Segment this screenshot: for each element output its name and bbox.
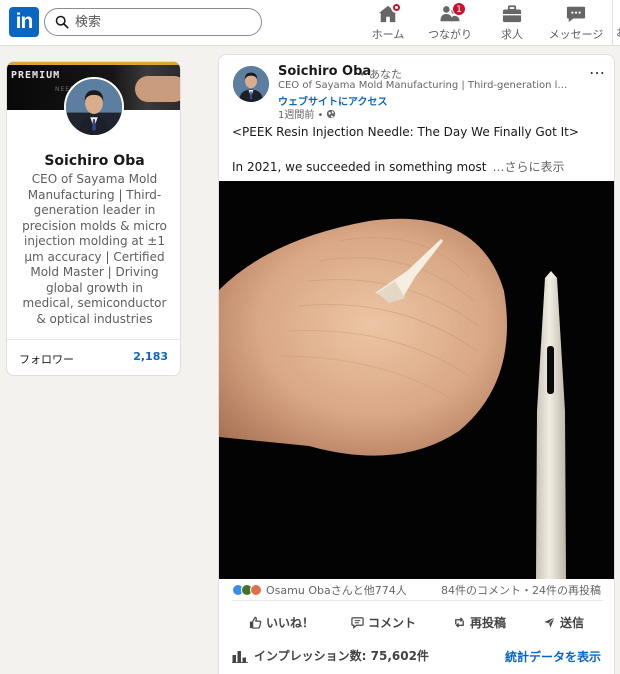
- post-title-text: <PEEK Resin Injection Needle: The Day We…: [232, 125, 579, 139]
- impressions-count: インプレッション数: 75,602件: [254, 649, 429, 663]
- repost-icon: [453, 616, 466, 629]
- nav-network[interactable]: 1 つながり: [428, 2, 472, 42]
- post-body-text: In 2021, we succeeded in something most ……: [232, 158, 565, 175]
- network-icon: 1: [439, 2, 466, 24]
- profile-headline: CEO of Sayama Mold Manufacturing | Third…: [22, 172, 167, 326]
- send-button[interactable]: 送信: [543, 608, 584, 636]
- top-navigation-bar: in ホーム 1 つながり 求人 メッセージ お: [0, 0, 620, 46]
- nav-jobs[interactable]: 求人: [490, 4, 534, 42]
- nav-home-label: ホーム: [371, 28, 405, 41]
- premium-label: PREMIUM: [11, 70, 61, 81]
- post-author-name[interactable]: Soichiro Oba: [278, 64, 371, 79]
- view-analytics-link[interactable]: 統計データを表示: [505, 648, 601, 665]
- profile-name[interactable]: Soichiro Oba: [7, 153, 180, 169]
- repost-button-label: 再投稿: [470, 615, 507, 630]
- comments-reposts-count[interactable]: 84件のコメント・24件の再投稿: [441, 582, 601, 598]
- repost-button[interactable]: 再投稿: [453, 608, 506, 636]
- messaging-icon: [565, 4, 587, 24]
- send-icon: [543, 616, 556, 629]
- like-button[interactable]: いいね！: [249, 608, 314, 636]
- post-timestamp: 1週間前 •: [278, 106, 336, 121]
- post-author-headline: CEO of Sayama Mold Manufacturing | Third…: [278, 80, 568, 91]
- followers-label[interactable]: フォロワー: [19, 351, 74, 367]
- feed-post: Soichiro Oba • あなた CEO of Sayama Mold Ma…: [218, 54, 615, 674]
- see-more-link[interactable]: …さらに表示: [492, 160, 564, 174]
- post-body-excerpt: In 2021, we succeeded in something most: [232, 160, 487, 174]
- actions-divider: [232, 600, 603, 601]
- profile-divider: [7, 339, 180, 340]
- reaction-summary[interactable]: Osamu Obaさんと他774人: [232, 582, 407, 598]
- search-icon: [55, 15, 69, 29]
- followers-count[interactable]: 2,183: [133, 350, 168, 363]
- globe-icon: [326, 109, 336, 119]
- reaction-icons: [232, 584, 262, 596]
- briefcase-icon: [501, 4, 523, 24]
- author-avatar[interactable]: [233, 66, 269, 102]
- linkedin-logo[interactable]: in: [9, 7, 39, 37]
- like-button-label: いいね！: [266, 615, 315, 630]
- search-input[interactable]: [75, 13, 255, 31]
- like-icon: [249, 616, 262, 629]
- nav-messaging-label: メッセージ: [548, 28, 604, 41]
- send-button-label: 送信: [560, 615, 585, 630]
- notification-dot: [391, 2, 402, 13]
- post-actions-bar: いいね！ コメント 再投稿 送信: [219, 608, 614, 636]
- home-icon: [377, 2, 402, 24]
- network-badge: 1: [452, 2, 466, 16]
- needle-photo-illustration: [219, 181, 614, 579]
- love-reaction-icon: [250, 584, 262, 596]
- nav-jobs-label: 求人: [501, 28, 523, 41]
- nav-home[interactable]: ホーム: [366, 2, 410, 42]
- profile-avatar[interactable]: [64, 77, 124, 137]
- nav-network-label: つながり: [428, 28, 472, 41]
- post-image[interactable]: [219, 181, 614, 579]
- impressions-summary: インプレッション数: 75,602件: [232, 647, 429, 664]
- search-box[interactable]: [44, 8, 262, 36]
- comment-button-label: コメント: [368, 615, 417, 630]
- comment-icon: [351, 616, 364, 629]
- nav-messaging[interactable]: メッセージ: [548, 4, 604, 42]
- nav-overflow-label[interactable]: お: [616, 24, 620, 40]
- post-time-label: 1週間前 •: [278, 110, 324, 121]
- analytics-icon: [232, 649, 248, 663]
- profile-card: PREMIUM NEEDL Soichiro Oba CEO of Sayama…: [6, 61, 181, 376]
- post-more-menu-icon[interactable]: …: [585, 60, 609, 80]
- reactions-count-text: Osamu Obaさんと他774人: [266, 584, 407, 597]
- comment-button[interactable]: コメント: [351, 608, 416, 636]
- cover-finger-shape: [135, 76, 180, 102]
